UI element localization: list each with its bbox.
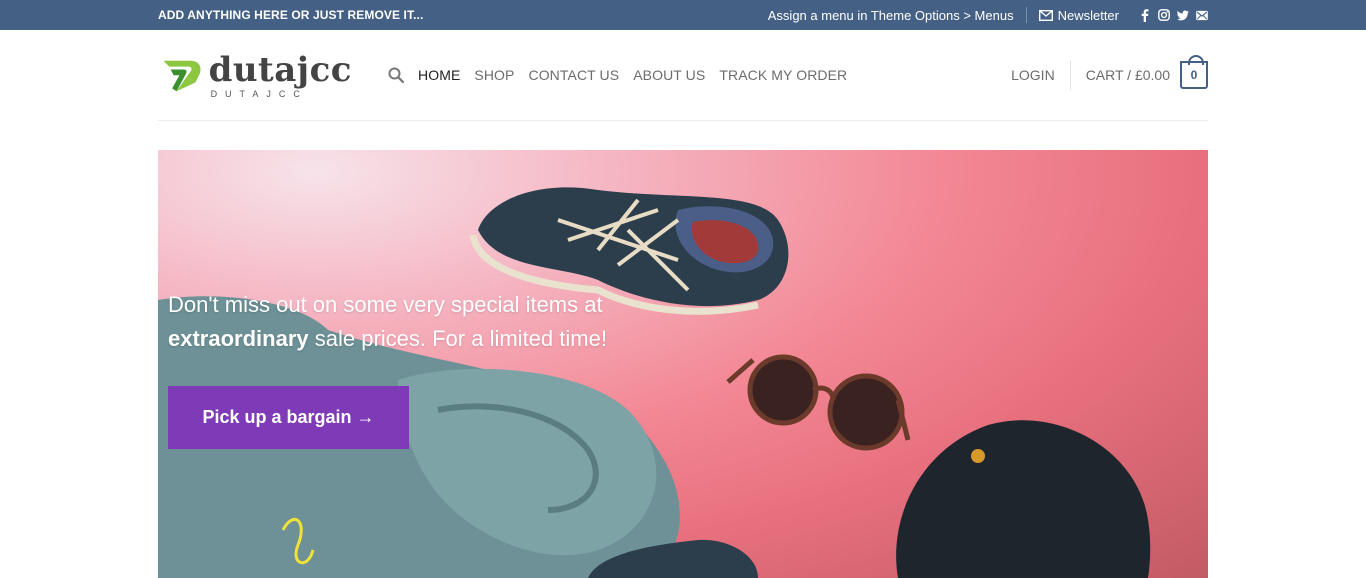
cart-link[interactable]: CART / £0.00 (1086, 67, 1170, 83)
login-link[interactable]: LOGIN (1011, 67, 1055, 83)
cart-count-badge[interactable]: 0 (1180, 55, 1208, 89)
search-icon[interactable] (388, 67, 404, 83)
nav-item-track-my-order[interactable]: TRACK MY ORDER (719, 67, 847, 83)
topbar-divider (1025, 7, 1027, 23)
envelope-icon (1038, 9, 1053, 21)
sunglasses-arm-left (726, 358, 755, 384)
sunglasses-right-lens (827, 373, 905, 451)
hero-line-2: sale prices. For a limited time! (308, 326, 607, 351)
twitter-icon[interactable] (1177, 9, 1189, 21)
newsletter-link[interactable]: Newsletter (1038, 7, 1119, 23)
menu-notice[interactable]: Assign a menu in Theme Options > Menus (768, 8, 1014, 23)
topbar-right: Assign a menu in Theme Options > Menus N… (768, 0, 1208, 30)
hero-line-1: Don't miss out on some very special item… (168, 292, 603, 317)
topbar-announcement: ADD ANYTHING HERE OR JUST REMOVE IT... (158, 8, 424, 22)
hero-image (158, 187, 1151, 578)
hero-banner: Don't miss out on some very special item… (158, 150, 1208, 578)
hero-headline: Don't miss out on some very special item… (168, 288, 648, 356)
nav-item-about-us[interactable]: ABOUT US (633, 67, 705, 83)
header-divider (1069, 60, 1071, 90)
site-header: dutajcc DUTAJCC HOME SHOP CONTACT US ABO… (158, 30, 1208, 121)
social-links (1139, 8, 1208, 22)
sunglasses-left-lens (747, 354, 819, 426)
logo-mark-icon (163, 60, 201, 92)
logo-name: dutajcc (208, 50, 352, 90)
header-account: LOGIN CART / £0.00 0 (1011, 30, 1208, 120)
site-logo[interactable]: dutajcc DUTAJCC (162, 50, 352, 102)
nav-item-home[interactable]: HOME (418, 67, 460, 83)
top-bar: ADD ANYTHING HERE OR JUST REMOVE IT... A… (0, 0, 1366, 30)
newsletter-label: Newsletter (1057, 7, 1119, 23)
hero-emphasis: extraordinary (168, 326, 309, 351)
pick-up-bargain-button[interactable]: Pick up a bargain → (168, 386, 409, 449)
instagram-icon[interactable] (1158, 9, 1170, 21)
main-nav: HOME SHOP CONTACT US ABOUT US TRACK MY O… (388, 30, 861, 120)
cap-shape (896, 420, 1151, 578)
facebook-icon[interactable] (1139, 8, 1151, 22)
nav-item-shop[interactable]: SHOP (474, 67, 514, 83)
cap-button (971, 449, 985, 463)
email-icon[interactable] (1196, 9, 1208, 21)
nav-item-contact-us[interactable]: CONTACT US (528, 67, 619, 83)
logo-subtitle: DUTAJCC (210, 89, 308, 99)
logo-text: dutajcc DUTAJCC (209, 53, 352, 99)
